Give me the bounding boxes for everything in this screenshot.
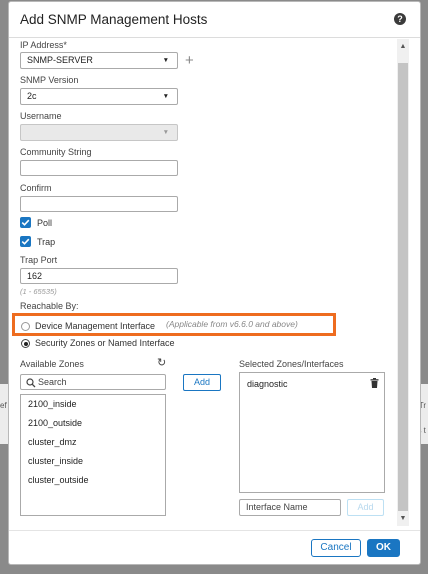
zone-list-item[interactable]: 2100_inside (28, 399, 77, 409)
trash-icon[interactable] (370, 378, 379, 391)
snmp-version-label: SNMP Version (20, 75, 79, 85)
ip-address-select[interactable]: SNMP-SERVER ▼ (20, 52, 178, 69)
community-string-label: Community String (20, 147, 92, 157)
available-zones-label: Available Zones (20, 359, 84, 369)
dialog-title: Add SNMP Management Hosts (20, 12, 208, 27)
add-snmp-hosts-dialog: Add SNMP Management Hosts ? IP Address* … (8, 1, 421, 565)
device-management-hint: (Applicable from v6.6.0 and above) (166, 319, 298, 329)
interface-name-placeholder: Interface Name (246, 502, 308, 512)
check-icon (21, 238, 30, 245)
ip-address-value: SNMP-SERVER (27, 55, 93, 65)
poll-label: Poll (37, 218, 53, 228)
device-management-radio[interactable] (21, 322, 30, 331)
trap-label: Trap (37, 237, 56, 247)
trap-port-label: Trap Port (20, 255, 58, 265)
interface-name-input[interactable]: Interface Name (239, 499, 341, 516)
add-zone-button[interactable]: Add (183, 374, 221, 391)
add-interface-button: Add (347, 499, 384, 516)
ok-button[interactable]: OK (367, 539, 400, 557)
cancel-button[interactable]: Cancel (311, 539, 361, 557)
zone-search-input[interactable]: Search (20, 374, 166, 390)
security-zones-radio[interactable] (21, 339, 30, 348)
selected-zone-item[interactable]: diagnostic (247, 379, 288, 389)
scrollbar-thumb[interactable] (398, 63, 408, 511)
snmp-version-value: 2c (27, 91, 37, 101)
footer-divider (9, 530, 420, 531)
refresh-icon[interactable]: ↻ (157, 358, 166, 369)
security-zones-label: Security Zones or Named Interface (35, 338, 175, 348)
zone-list-item[interactable]: cluster_inside (28, 456, 83, 466)
plus-icon[interactable]: + (185, 53, 194, 68)
device-management-label: Device Management Interface (35, 321, 156, 331)
vertical-scrollbar[interactable]: ▲ ▼ (397, 39, 409, 526)
dialog-body: IP Address* SNMP-SERVER ▼ + SNMP Version… (9, 39, 398, 526)
selected-zones-label: Selected Zones/Interfaces (239, 359, 344, 369)
zone-list-item[interactable]: cluster_dmz (28, 437, 77, 447)
zone-list-item[interactable]: cluster_outside (28, 475, 89, 485)
trap-port-input[interactable]: 162 (20, 268, 178, 284)
zone-list-item[interactable]: 2100_outside (28, 418, 82, 428)
caret-down-icon: ▼ (162, 129, 169, 136)
reachable-by-label: Reachable By: (20, 301, 79, 311)
community-string-input[interactable] (20, 160, 178, 176)
confirm-label: Confirm (20, 183, 52, 193)
background-text-left: ef (0, 401, 7, 410)
check-icon (21, 219, 30, 226)
available-zones-list[interactable]: 2100_inside 2100_outside cluster_dmz clu… (20, 394, 166, 516)
snmp-version-select[interactable]: 2c ▼ (20, 88, 178, 105)
caret-down-icon: ▼ (162, 57, 169, 64)
ip-address-label: IP Address* (20, 40, 67, 50)
poll-checkbox[interactable] (20, 217, 31, 228)
selected-zones-list[interactable]: diagnostic (239, 372, 385, 493)
scroll-down-icon[interactable]: ▼ (397, 515, 409, 522)
caret-down-icon: ▼ (162, 93, 169, 100)
search-icon (26, 378, 36, 388)
username-select: ▼ (20, 124, 178, 141)
trap-checkbox[interactable] (20, 236, 31, 247)
confirm-input[interactable] (20, 196, 178, 212)
dialog-header: Add SNMP Management Hosts ? (9, 2, 420, 38)
question-circle-icon[interactable]: ? (394, 13, 406, 25)
scroll-up-icon[interactable]: ▲ (397, 43, 409, 50)
trap-port-hint: (1 - 65535) (20, 287, 57, 296)
username-label: Username (20, 111, 62, 121)
search-placeholder: Search (38, 377, 67, 387)
